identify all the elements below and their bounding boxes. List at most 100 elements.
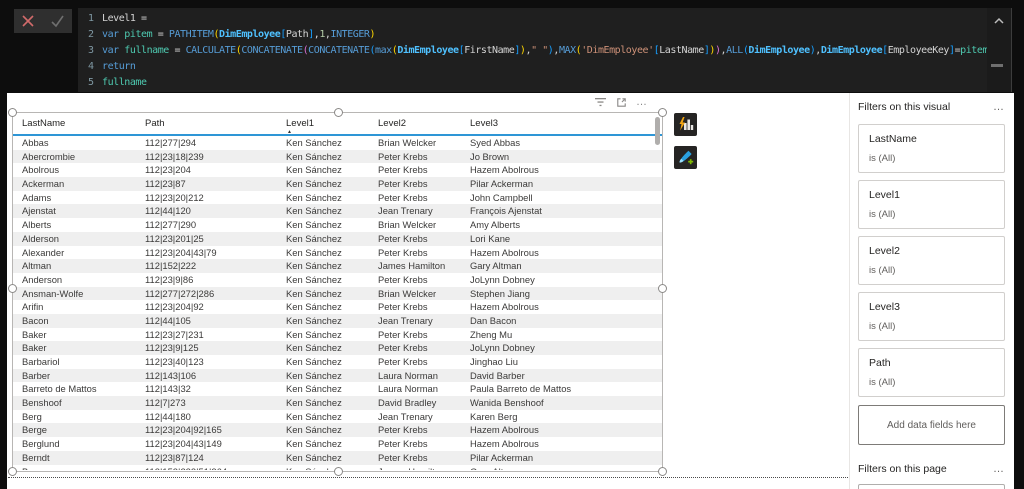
- table-cell: Peter Krebs: [378, 191, 428, 203]
- table-cell: 112|44|180: [145, 410, 191, 422]
- code-token: EmployeeKey: [887, 45, 950, 56]
- table-cell: 112|23|204|43|149: [145, 438, 222, 450]
- sort-ascending-icon: ▲: [287, 129, 292, 135]
- table-row[interactable]: Abbas 112|277|294 Ken Sánchez Brian Welcker…: [13, 136, 662, 150]
- resize-handle-bottom-left[interactable]: [8, 467, 17, 476]
- table-row[interactable]: Alexander 112|23|204|43|79 Ken Sánchez Pete…: [13, 246, 662, 260]
- table-cell: James Hamilton: [378, 465, 470, 471]
- table-row[interactable]: Arifin 112|23|204|92 Ken Sánchez Peter Kreb…: [13, 300, 662, 314]
- code-line[interactable]: 4 return: [78, 59, 987, 75]
- code-line[interactable]: 2 var pitem = PATHITEM(DimEmployee[Path],…: [78, 27, 987, 43]
- column-header-level1[interactable]: Level1 ▲: [286, 113, 378, 135]
- more-options-icon[interactable]: …: [636, 97, 647, 108]
- add-data-fields-dropzone[interactable]: Add data fields here: [858, 405, 1005, 445]
- resize-handle-bottom-right[interactable]: [658, 467, 667, 476]
- filter-field-name: Level3: [869, 301, 900, 313]
- column-header-lastname[interactable]: LastName: [22, 113, 145, 134]
- table-cell: Ken Sánchez: [286, 178, 342, 190]
- table-body[interactable]: Abbas 112|277|294 Ken Sánchez Brian Welcker…: [13, 136, 662, 470]
- funnel-icon[interactable]: [594, 96, 607, 108]
- table-cell: Ken Sánchez: [286, 246, 342, 258]
- table-row[interactable]: Baker 112|23|9|125 Ken Sánchez Peter Krebs J…: [13, 341, 662, 355]
- code-token: pitem: [124, 29, 153, 40]
- table-row[interactable]: Berglund 112|23|204|43|149 Ken Sánchez Pete…: [13, 437, 662, 451]
- dax-editor[interactable]: 1 Level1 = 2 var pitem = PATHITEM(DimEmploy…: [78, 8, 987, 92]
- table-vertical-scrollbar[interactable]: [655, 117, 660, 145]
- resize-handle-top-middle[interactable]: [334, 108, 343, 117]
- filters-page-more-icon[interactable]: …: [993, 463, 1005, 475]
- table-row[interactable]: Alderson 112|23|201|25 Ken Sánchez Peter Kr…: [13, 231, 662, 246]
- table-cell: Amy Alberts: [470, 219, 521, 231]
- table-cell: Ken Sánchez: [286, 260, 342, 272]
- table-cell: Ken Sánchez: [286, 342, 342, 354]
- table-row[interactable]: Abolrous 112|23|204 Ken Sánchez Peter Krebs…: [13, 163, 662, 177]
- resize-handle-middle-right[interactable]: [658, 284, 667, 293]
- page-boundary-dashed-line: [8, 477, 848, 478]
- table-cell: 112|143|32: [145, 383, 191, 395]
- table-cell: Alberts: [22, 219, 52, 231]
- format-button[interactable]: [674, 146, 697, 169]
- chevron-up-icon[interactable]: [993, 16, 1005, 26]
- table-row[interactable]: Ansman-Wolfe 112|277|272|286 Ken Sánchez Br…: [13, 286, 662, 301]
- filter-condition: is (All): [869, 153, 896, 164]
- column-header-path[interactable]: Path: [145, 113, 286, 134]
- table-row[interactable]: Barber 112|143|106 Ken Sánchez Laura Norman…: [13, 368, 662, 383]
- table-row[interactable]: Ajenstat 112|44|120 Ken Sánchez Jean Trenar…: [13, 204, 662, 219]
- filters-visual-more-icon[interactable]: …: [993, 101, 1005, 113]
- column-header-label: Path: [145, 118, 165, 129]
- table-row[interactable]: Benshoof 112|7|273 Ken Sánchez David Bradle…: [13, 396, 662, 410]
- code-line[interactable]: 5 fullname: [78, 75, 987, 91]
- filter-card-level2[interactable]: Level2 is (All): [858, 236, 1005, 285]
- filter-card-level1[interactable]: Level1 is (All): [858, 180, 1005, 229]
- table-cell: Ansman-Wolfe: [22, 287, 84, 299]
- code-token: " ": [531, 45, 548, 56]
- table-cell: Syed Abbas: [470, 137, 521, 148]
- filter-card-path[interactable]: Path is (All): [858, 348, 1005, 397]
- column-header-level3[interactable]: Level3: [470, 113, 662, 134]
- table-row[interactable]: Alberts 112|277|290 Ken Sánchez Brian Welck…: [13, 218, 662, 232]
- column-header-level2[interactable]: Level2: [378, 113, 470, 134]
- table-row[interactable]: Adams 112|23|20|212 Ken Sánchez Peter Krebs…: [13, 191, 662, 205]
- table-cell: Laura Norman: [378, 383, 438, 395]
- table-row[interactable]: Abercrombie 112|23|18|239 Ken Sánchez Peter…: [13, 149, 662, 164]
- table-cell: Brian Welcker: [378, 137, 437, 148]
- table-row[interactable]: Berndt 112|23|87|124 Ken Sánchez Peter Kreb…: [13, 450, 662, 465]
- table-row[interactable]: Barbariol 112|23|40|123 Ken Sánchez Peter K…: [13, 355, 662, 369]
- table-row[interactable]: Berg 112|44|180 Ken Sánchez Jean Trenary Kar…: [13, 410, 662, 424]
- code-line[interactable]: 3 var fullname = CALCULATE(CONCATENATE(CO…: [78, 43, 987, 59]
- code-token: MAX: [558, 45, 576, 56]
- table-cell: 112|152|222|51|264: [145, 465, 286, 471]
- filter-card-level3[interactable]: Level3 is (All): [858, 292, 1005, 341]
- commit-formula-check-icon[interactable]: [50, 14, 65, 28]
- table-row[interactable]: Bacon 112|44|105 Ken Sánchez Jean Trenary Da…: [13, 313, 662, 328]
- table-row[interactable]: Altman 112|152|222 Ken Sánchez James Hamilt…: [13, 259, 662, 273]
- code-line[interactable]: 1 Level1 =: [78, 11, 987, 27]
- table-cell: Peter Krebs: [378, 178, 428, 190]
- analyze-button[interactable]: [674, 113, 697, 136]
- filter-card-lastname[interactable]: LastName is (All): [858, 124, 1005, 173]
- table-cell: Berndt: [22, 451, 50, 463]
- table-row[interactable]: Anderson 112|23|9|86 Ken Sánchez Peter Kreb…: [13, 273, 662, 287]
- table-row[interactable]: Berge 112|23|204|92|165 Ken Sánchez Peter K…: [13, 423, 662, 438]
- resize-handle-top-right[interactable]: [658, 108, 667, 117]
- table-visual[interactable]: LastName Path Level1 ▲ Level2 Level3 Abbas 112…: [8, 108, 667, 476]
- resize-handle-middle-left[interactable]: [8, 284, 17, 293]
- table-cell: 112|143|106: [145, 369, 197, 381]
- column-header-label: Level1: [286, 118, 314, 129]
- filters-pane: Filters on this visual … LastName is (All…: [849, 93, 1014, 489]
- filter-condition: is (All): [869, 321, 896, 332]
- table-row[interactable]: Ackerman 112|23|87 Ken Sánchez Peter Krebs P…: [13, 177, 662, 191]
- table-cell: Dan Bacon: [470, 314, 517, 326]
- code-token: DimEmployee: [397, 45, 459, 56]
- table-row[interactable]: Baker 112|23|27|231 Ken Sánchez Peter Krebs…: [13, 328, 662, 342]
- code-token: CONCATENATE: [241, 45, 303, 56]
- cancel-formula-x-icon[interactable]: [21, 14, 35, 28]
- filter-condition: is (All): [869, 209, 896, 220]
- table-row[interactable]: Barreto de Mattos 112|143|32 Ken Sánchez La…: [13, 382, 662, 396]
- resize-handle-top-left[interactable]: [8, 108, 17, 117]
- resize-handle-bottom-middle[interactable]: [334, 467, 343, 476]
- page-filter-empty-card[interactable]: [858, 484, 1005, 489]
- focus-mode-icon[interactable]: [615, 96, 628, 109]
- table-cell: Brian Welcker: [378, 287, 437, 299]
- table-cell: Altman: [22, 260, 52, 272]
